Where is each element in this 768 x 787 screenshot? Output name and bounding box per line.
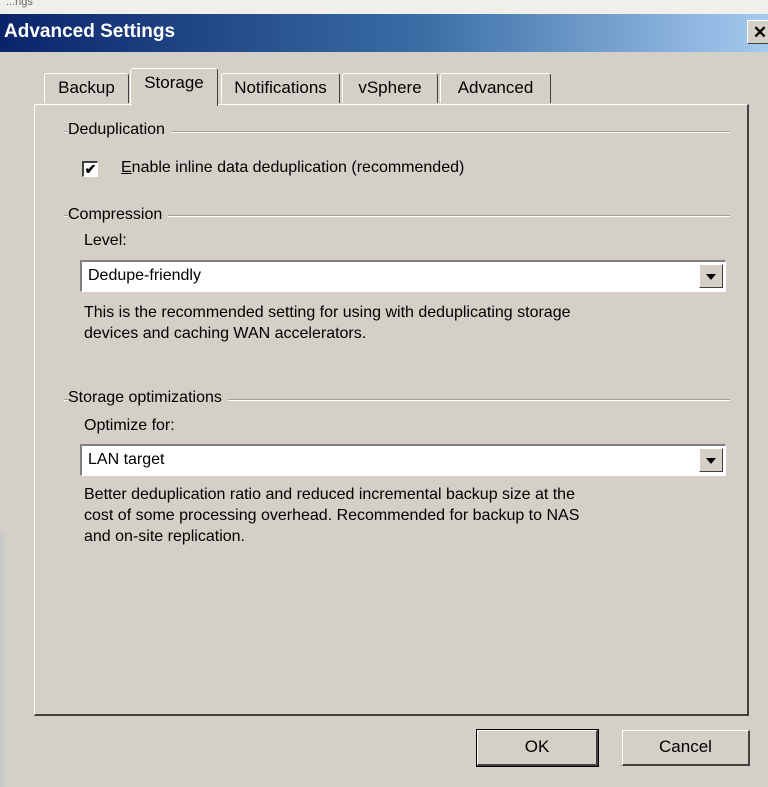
tab-storage[interactable]: Storage [130, 68, 218, 106]
background-strip: ...ngs [0, 0, 768, 14]
tab-panel-storage [34, 104, 749, 716]
ok-button[interactable]: OK [476, 729, 599, 767]
description-line: and on-site replication. [84, 528, 245, 545]
storage-optimizations-description: Better deduplication ratio and reduced i… [84, 484, 724, 547]
group-header-storage-optimizations: Storage optimizations [68, 389, 228, 407]
window-title: Advanced Settings [4, 21, 176, 42]
optimize-for-label: Optimize for: [84, 417, 175, 434]
compression-description: This is the recommended setting for usin… [84, 302, 724, 344]
group-header-deduplication: Deduplication [68, 121, 171, 139]
dedup-checkbox[interactable]: ✔ [82, 161, 98, 177]
tab-label: Advanced [457, 78, 534, 97]
tab-label: Storage [144, 73, 204, 92]
compression-level-label: Level: [84, 232, 127, 249]
description-line: Better deduplication ratio and reduced i… [84, 486, 575, 503]
background-caption: ...ngs [6, 0, 33, 8]
check-icon: ✔ [84, 161, 97, 177]
tab-label: vSphere [358, 78, 422, 97]
tab-advanced[interactable]: Advanced [440, 73, 551, 103]
close-button[interactable]: ✕ [747, 20, 768, 44]
background-edge [0, 530, 8, 787]
close-icon: ✕ [752, 23, 768, 42]
compression-level-select[interactable]: Dedupe-friendly [80, 260, 726, 292]
tab-backup[interactable]: Backup [44, 73, 129, 103]
description-line: This is the recommended setting for usin… [84, 304, 571, 321]
description-line: cost of some processing overhead. Recomm… [84, 507, 580, 524]
optimize-for-select[interactable]: LAN target [80, 444, 726, 476]
selected-value: Dedupe-friendly [88, 267, 201, 284]
dedup-checkbox-label[interactable]: Enable inline data deduplication (recomm… [121, 159, 464, 177]
tab-label: Backup [58, 78, 115, 97]
description-line: devices and caching WAN accelerators. [84, 325, 367, 342]
dropdown-arrow-icon[interactable] [699, 264, 723, 288]
group-header-compression: Compression [68, 206, 169, 224]
tab-notifications[interactable]: Notifications [221, 73, 340, 103]
cancel-button[interactable]: Cancel [622, 730, 750, 766]
selected-value: LAN target [88, 451, 165, 468]
title-bar[interactable]: Advanced Settings [0, 14, 768, 52]
dropdown-arrow-icon[interactable] [699, 448, 723, 472]
label-text: nable inline data deduplication (recomme… [131, 159, 465, 176]
tab-label: Notifications [234, 78, 327, 97]
tab-vsphere[interactable]: vSphere [342, 73, 438, 103]
accel-key: E [121, 159, 132, 176]
